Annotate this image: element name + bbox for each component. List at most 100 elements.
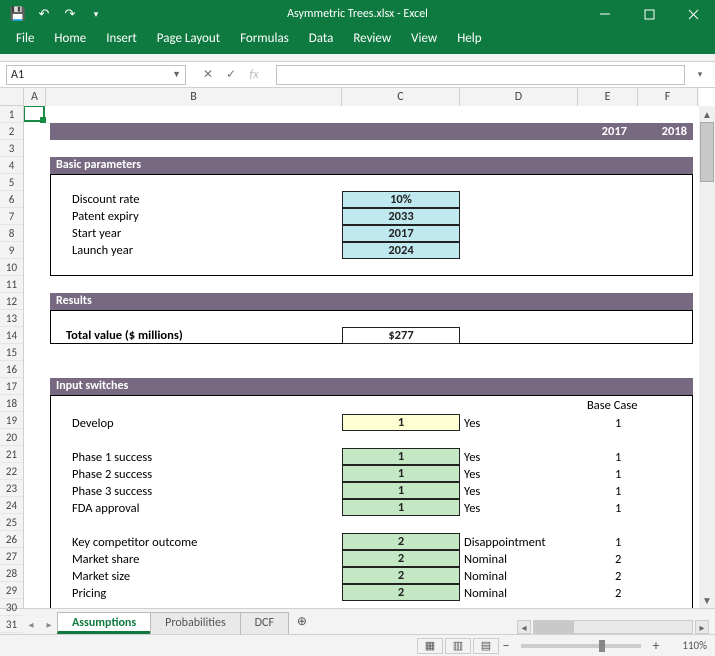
horizontal-scroll-thumb[interactable] (534, 621, 574, 633)
vertical-scroll-thumb[interactable] (700, 122, 714, 182)
enter-formula-icon[interactable]: ✓ (221, 66, 241, 84)
horizontal-scrollbar[interactable]: ◂ ▸ (517, 620, 709, 634)
redo-icon[interactable]: ↷ (58, 2, 82, 26)
insert-function-icon[interactable]: fx (244, 66, 264, 84)
sheet-tab-probabilities[interactable]: Probabilities (150, 612, 241, 634)
phase-value-3[interactable]: 1 (342, 499, 460, 516)
menu-home[interactable]: Home (52, 28, 88, 49)
scroll-right-icon[interactable]: ▸ (695, 620, 709, 634)
row-header-22[interactable]: 22 (0, 463, 23, 480)
menu-view[interactable]: View (409, 28, 439, 49)
market-value-0[interactable]: 2 (342, 533, 460, 550)
col-header-d[interactable]: D (460, 88, 578, 106)
market-value-1[interactable]: 2 (342, 550, 460, 567)
row-header-10[interactable]: 10 (0, 259, 23, 276)
row-header-21[interactable]: 21 (0, 446, 23, 463)
row-header-6[interactable]: 6 (0, 191, 23, 208)
minimize-button[interactable] (583, 0, 627, 28)
row-header-13[interactable]: 13 (0, 310, 23, 327)
row-header-8[interactable]: 8 (0, 225, 23, 242)
vertical-scrollbar[interactable]: ▲ ▼ (699, 106, 715, 608)
cells-area[interactable]: 2017 2018 Basic parameters Discount rate… (24, 106, 699, 608)
sheet-tab-assumptions[interactable]: Assumptions (57, 612, 151, 634)
name-box[interactable]: A1 ▼ (6, 65, 186, 85)
menu-review[interactable]: Review (351, 28, 393, 49)
menu-formulas[interactable]: Formulas (238, 28, 291, 49)
row-header-30[interactable]: 30 (0, 599, 23, 616)
row-headers[interactable]: 1234567891011121314151617181920212223242… (0, 106, 24, 608)
tab-nav-prev-icon[interactable]: ◂ (22, 614, 40, 634)
market-value-2[interactable]: 2 (342, 567, 460, 584)
maximize-button[interactable] (627, 0, 671, 28)
row-header-4[interactable]: 4 (0, 157, 23, 174)
row-header-9[interactable]: 9 (0, 242, 23, 259)
row-header-12[interactable]: 12 (0, 293, 23, 310)
zoom-level[interactable]: 110% (663, 639, 707, 652)
scroll-down-icon[interactable]: ▼ (699, 592, 715, 608)
select-all-corner[interactable] (0, 88, 24, 106)
qa-customize-icon[interactable]: ▾ (84, 2, 108, 26)
row-header-24[interactable]: 24 (0, 497, 23, 514)
column-headers[interactable]: A B C D E F (24, 88, 699, 106)
undo-icon[interactable]: ↶ (32, 2, 56, 26)
col-header-f[interactable]: F (638, 88, 698, 106)
menu-insert[interactable]: Insert (104, 28, 139, 49)
row-header-2[interactable]: 2 (0, 123, 23, 140)
horizontal-scroll-track[interactable] (533, 620, 693, 634)
spreadsheet-grid[interactable]: A B C D E F 1234567891011121314151617181… (0, 88, 715, 608)
zoom-in-button[interactable]: + (649, 637, 663, 654)
close-button[interactable] (671, 0, 715, 28)
view-page-layout-icon[interactable]: ▥ (445, 638, 471, 654)
col-header-a[interactable]: A (24, 88, 46, 106)
view-normal-icon[interactable]: ▦ (417, 638, 443, 654)
row-header-16[interactable]: 16 (0, 361, 23, 378)
row-header-29[interactable]: 29 (0, 582, 23, 599)
col-header-c[interactable]: C (342, 88, 460, 106)
row-header-18[interactable]: 18 (0, 395, 23, 412)
row-header-1[interactable]: 1 (0, 106, 23, 123)
row-header-15[interactable]: 15 (0, 344, 23, 361)
new-sheet-button[interactable]: ⊕ (288, 612, 316, 634)
row-header-3[interactable]: 3 (0, 140, 23, 157)
row-header-11[interactable]: 11 (0, 276, 23, 293)
row-header-14[interactable]: 14 (0, 327, 23, 344)
value-develop[interactable]: 1 (342, 414, 460, 431)
sheet-tab-dcf[interactable]: DCF (240, 612, 289, 634)
market-value-3[interactable]: 2 (342, 584, 460, 601)
menu-file[interactable]: File (14, 28, 36, 49)
row-header-27[interactable]: 27 (0, 548, 23, 565)
cancel-formula-icon[interactable]: ✕ (198, 66, 218, 84)
zoom-out-button[interactable]: − (499, 637, 513, 654)
value-launch-year[interactable]: 2024 (342, 242, 460, 259)
row-header-19[interactable]: 19 (0, 412, 23, 429)
row-header-26[interactable]: 26 (0, 531, 23, 548)
row-header-31[interactable]: 31 (0, 616, 23, 633)
col-header-e[interactable]: E (578, 88, 638, 106)
col-header-b[interactable]: B (46, 88, 342, 106)
phase-value-2[interactable]: 1 (342, 482, 460, 499)
row-header-25[interactable]: 25 (0, 514, 23, 531)
row-header-17[interactable]: 17 (0, 378, 23, 395)
tab-nav-next-icon[interactable]: ▸ (40, 614, 58, 634)
row-header-28[interactable]: 28 (0, 565, 23, 582)
zoom-slider[interactable] (521, 644, 641, 648)
row-header-20[interactable]: 20 (0, 429, 23, 446)
view-page-break-icon[interactable]: ▤ (473, 638, 499, 654)
formula-input[interactable] (276, 65, 685, 85)
save-icon[interactable]: 💾 (6, 2, 30, 26)
scroll-left-icon[interactable]: ◂ (517, 620, 531, 634)
value-total-value[interactable]: $277 (342, 327, 460, 344)
menu-help[interactable]: Help (455, 28, 483, 49)
menu-data[interactable]: Data (307, 28, 336, 49)
zoom-slider-thumb[interactable] (599, 640, 605, 652)
menu-page-layout[interactable]: Page Layout (155, 28, 222, 49)
row-header-23[interactable]: 23 (0, 480, 23, 497)
phase-value-1[interactable]: 1 (342, 465, 460, 482)
phase-value-0[interactable]: 1 (342, 448, 460, 465)
value-discount-rate[interactable]: 10% (342, 191, 460, 208)
row-header-7[interactable]: 7 (0, 208, 23, 225)
row-header-5[interactable]: 5 (0, 174, 23, 191)
formula-bar-expand-icon[interactable]: ▾ (691, 69, 709, 80)
value-patent-expiry[interactable]: 2033 (342, 208, 460, 225)
value-start-year[interactable]: 2017 (342, 225, 460, 242)
